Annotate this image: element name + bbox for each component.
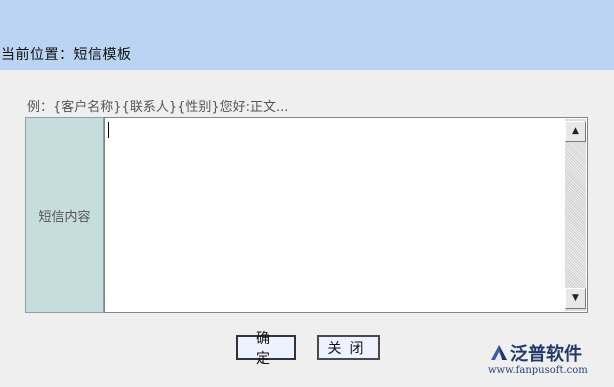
brand-mark-icon: [491, 345, 507, 360]
confirm-button[interactable]: 确定: [236, 331, 296, 367]
brand-logo: 泛普软件 www.fanpusoft.com: [488, 340, 610, 380]
text-caret: [108, 122, 109, 138]
scroll-up-button[interactable]: ▲: [565, 121, 586, 142]
triangle-down-icon: ▼: [572, 293, 579, 303]
scroll-down-button[interactable]: ▼: [565, 288, 586, 309]
brand-name: 泛普软件: [510, 344, 582, 365]
header-bar: 当前位置：短信模板: [0, 0, 614, 70]
content-label: 短信内容: [38, 209, 91, 225]
breadcrumb: 当前位置：短信模板: [1, 47, 132, 63]
content-label-cell: 短信内容: [25, 117, 104, 313]
template-hint: 例：{客户名称}{联系人}{性别}您好:正文...: [27, 100, 289, 115]
brand-url: www.fanpusoft.com: [488, 365, 588, 376]
close-button[interactable]: 关闭: [317, 335, 380, 360]
content-textarea[interactable]: [106, 119, 564, 311]
textarea-scrollbar[interactable]: ▲ ▼: [565, 119, 586, 311]
content-textarea-frame: ▲ ▼: [104, 117, 588, 313]
triangle-up-icon: ▲: [572, 126, 579, 136]
